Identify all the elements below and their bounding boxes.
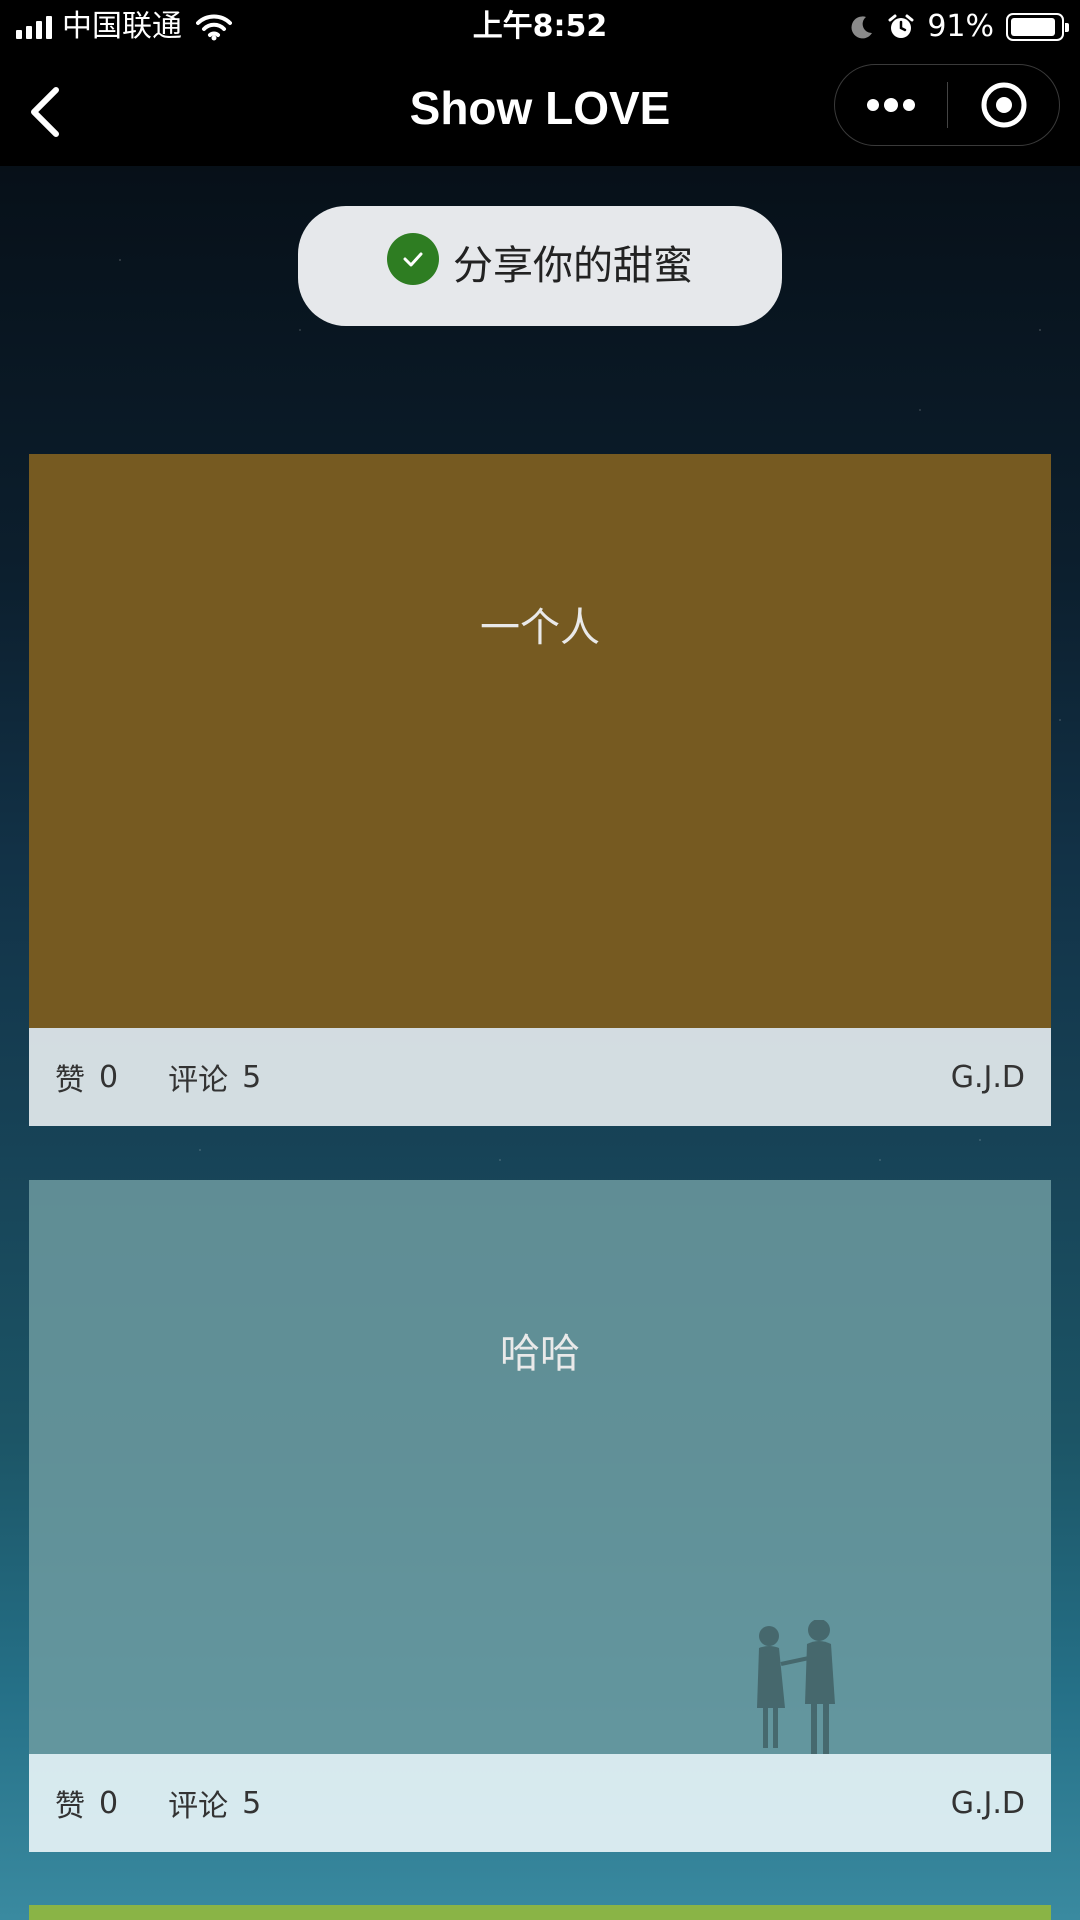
check-circle-icon <box>387 233 439 285</box>
comment-button[interactable]: 评论 5 <box>168 1781 261 1825</box>
couple-silhouette-image <box>757 1620 835 1754</box>
status-right: 91% <box>849 9 1069 44</box>
success-toast: 分享你的甜蜜 <box>298 206 782 326</box>
battery-percentage: 91% <box>927 9 994 44</box>
post-author: G.J.D <box>950 1785 1025 1821</box>
comment-label: 评论 <box>168 1789 229 1824</box>
post-card-footer: 赞 0 评论 5 G.J.D <box>29 1028 1051 1126</box>
app-screen: 中国联通 上午8:52 91% Show LOVE 分享你的甜蜜 一个人 赞 0… <box>0 0 1080 1920</box>
battery-icon <box>1006 13 1069 41</box>
navigation-bar: Show LOVE <box>0 54 1080 166</box>
like-label: 赞 <box>55 1063 85 1098</box>
toast-message: 分享你的甜蜜 <box>453 243 693 289</box>
moon-icon <box>851 16 873 39</box>
like-button[interactable]: 赞 0 <box>55 1781 118 1825</box>
post-author: G.J.D <box>950 1059 1025 1095</box>
like-count: 0 <box>99 1785 119 1821</box>
post-card[interactable]: 哈哈 赞 0 评论 5 G.J.D <box>29 1180 1051 1852</box>
more-dots-icon <box>867 98 915 112</box>
comment-button[interactable]: 评论 5 <box>168 1055 261 1099</box>
mini-program-capsule <box>834 64 1060 146</box>
post-card-cover[interactable]: 哈哈 <box>29 1180 1051 1754</box>
post-title: 哈哈 <box>500 1331 580 1377</box>
alarm-clock-icon <box>888 14 914 38</box>
like-label: 赞 <box>55 1789 85 1824</box>
target-circle-icon <box>981 82 1026 128</box>
comment-count: 5 <box>242 1785 262 1821</box>
post-card-partial[interactable] <box>29 1905 1051 1920</box>
status-bar: 中国联通 上午8:52 91% <box>0 0 1080 54</box>
like-count: 0 <box>99 1059 119 1095</box>
battery-fill <box>1011 18 1055 36</box>
close-mini-program-button[interactable] <box>948 65 1059 145</box>
comment-count: 5 <box>242 1059 262 1095</box>
like-button[interactable]: 赞 0 <box>55 1055 118 1099</box>
comment-label: 评论 <box>168 1063 229 1098</box>
post-card[interactable]: 一个人 赞 0 评论 5 G.J.D <box>29 454 1051 1126</box>
post-card-cover[interactable]: 一个人 <box>29 454 1051 1028</box>
more-button[interactable] <box>835 65 947 145</box>
post-card-footer: 赞 0 评论 5 G.J.D <box>29 1754 1051 1852</box>
post-title: 一个人 <box>480 605 600 651</box>
